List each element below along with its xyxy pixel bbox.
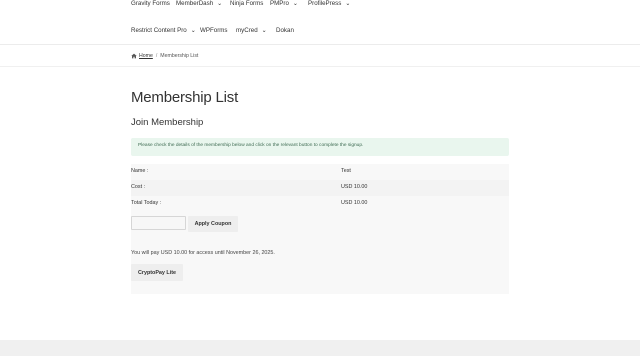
detail-label: Total Today : [131, 200, 162, 206]
nav-item-dokan[interactable]: Dokan [276, 27, 294, 34]
nav-item-label: Restrict Content Pro [131, 27, 187, 34]
nav-item-profilepress[interactable]: ProfilePress ⌄ [308, 0, 350, 7]
breadcrumb-home-link[interactable]: Home [139, 53, 153, 59]
nav-item-pmpro[interactable]: PMPro ⌄ [270, 0, 298, 7]
nav-item-label: Gravity Forms [131, 0, 170, 7]
chevron-down-icon[interactable]: ⌄ [345, 1, 350, 7]
nav-item-label: MemberDash [176, 0, 214, 7]
detail-row-name: Name : Test [131, 164, 509, 180]
coupon-code-input[interactable] [131, 216, 186, 230]
breadcrumb-divider [0, 66, 640, 67]
nav-item-mycred[interactable]: myCred ⌄ [236, 27, 267, 34]
nav-item-restrict-content-pro[interactable]: Restrict Content Pro ⌄ [131, 27, 196, 34]
payment-summary: You will pay USD 10.00 for access until … [131, 250, 275, 256]
section-title: Join Membership [131, 117, 204, 128]
nav-item-label: PMPro [270, 0, 289, 7]
nav-item-label: Ninja Forms [230, 0, 264, 7]
nav-item-wpforms[interactable]: WPForms [200, 27, 228, 34]
nav-item-gravity-forms[interactable]: Gravity Forms [131, 0, 170, 7]
detail-row-total-today: Total Today : USD 10.00 [131, 196, 509, 212]
detail-row-cost: Cost : USD 10.00 [131, 180, 509, 196]
page-title: Membership List [131, 89, 239, 106]
info-notice: Please check the details of the membersh… [131, 138, 509, 156]
breadcrumb-separator: / [155, 53, 158, 59]
nav-item-label: ProfilePress [308, 0, 342, 7]
nav-item-ninja-forms[interactable]: Ninja Forms [230, 0, 263, 7]
chevron-down-icon[interactable]: ⌄ [191, 28, 196, 34]
chevron-down-icon[interactable]: ⌄ [217, 1, 222, 7]
nav-item-memberdash[interactable]: MemberDash ⌄ [176, 0, 222, 7]
nav-item-label: WPForms [200, 27, 228, 34]
detail-value: USD 10.00 [341, 184, 368, 190]
nav-item-label: myCred [236, 27, 258, 34]
notice-text: Please check the details of the membersh… [138, 143, 364, 148]
breadcrumb-current: Membership List [160, 53, 199, 59]
breadcrumb: Home / Membership List [131, 53, 198, 59]
apply-coupon-button[interactable]: Apply Coupon [188, 216, 238, 232]
footer [0, 340, 640, 356]
detail-label: Name : [131, 168, 149, 174]
chevron-down-icon[interactable]: ⌄ [262, 28, 267, 34]
nav-divider [0, 44, 640, 45]
detail-value: USD 10.00 [341, 200, 368, 206]
nav-item-label: Dokan [276, 27, 294, 34]
main-navigation: Gravity Forms MemberDash ⌄ Ninja Forms P… [0, 0, 640, 44]
detail-value: Test [341, 168, 351, 174]
home-icon [131, 53, 137, 59]
chevron-down-icon[interactable]: ⌄ [293, 1, 298, 7]
detail-label: Cost : [131, 184, 146, 190]
cryptopay-lite-button[interactable]: CryptoPay Lite [131, 264, 183, 281]
